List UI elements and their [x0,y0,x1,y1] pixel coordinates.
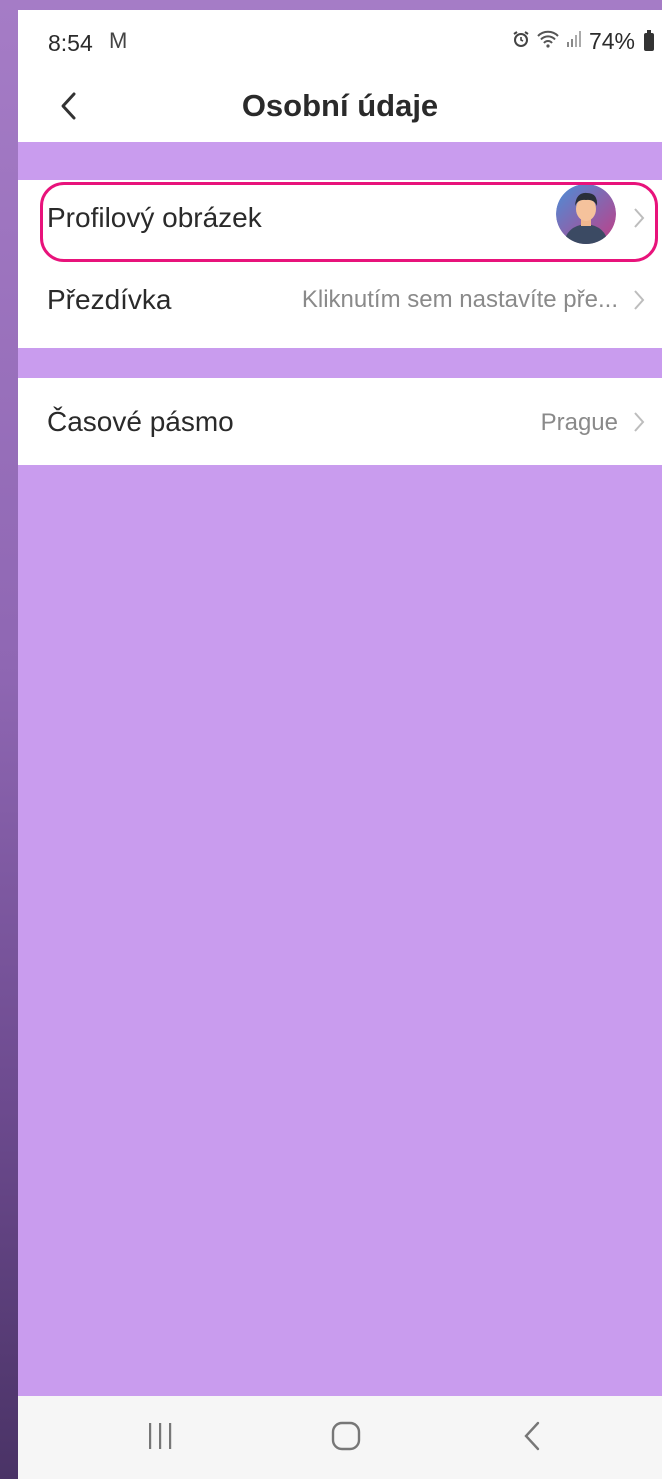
battery-icon [644,29,654,51]
timezone-row[interactable]: Časové pásmo Prague [18,378,662,464]
battery-percent: 74% [588,28,635,54]
alarm-icon [512,30,530,53]
chevron-right-icon [632,288,646,319]
recent-apps-button[interactable] [146,1418,176,1459]
back-icon [524,1421,540,1451]
signal-icon [566,30,582,53]
nav-back-button[interactable] [518,1418,548,1459]
settings-group-timezone: Časové pásmo Prague [18,378,662,465]
timezone-value: Prague [540,409,618,436]
status-bar: 8:54 M 74% [18,10,662,72]
row-label: Časové pásmo [47,406,234,437]
status-indicators: 74% [512,28,654,55]
chevron-right-icon [632,206,646,237]
phone-screen: 8:54 M 74% Osobní údaje Profilový obráze… [18,10,662,1479]
chevron-right-icon [632,410,646,441]
home-button[interactable] [330,1418,362,1459]
wifi-icon [537,30,559,53]
home-icon [331,1421,361,1451]
page-title: Osobní údaje [241,88,439,123]
nickname-row[interactable]: Přezdívka Kliknutím sem nastavíte pře... [18,262,662,348]
system-nav-bar [18,1396,662,1479]
row-label: Přezdívka [47,284,172,315]
row-label: Profilový obrázek [47,202,262,233]
nickname-value: Kliknutím sem nastavíte pře... [301,286,618,313]
profile-picture-row[interactable]: Profilový obrázek [18,180,662,266]
status-time: 8:54 [48,30,93,56]
settings-group-profile: Profilový obrázek Přezdívka Kliknutím se… [18,180,662,348]
recent-apps-icon [149,1423,172,1449]
mail-icon: M [109,28,128,53]
avatar [556,184,616,244]
app-header: Osobní údaje [18,72,662,142]
